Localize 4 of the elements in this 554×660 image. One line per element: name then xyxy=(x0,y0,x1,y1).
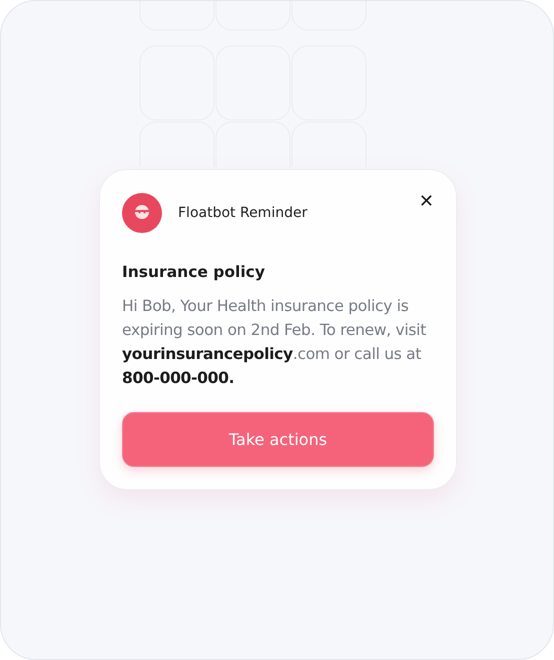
notification-title: Insurance policy xyxy=(122,262,266,283)
sender-name: Floatbot Reminder xyxy=(178,204,308,222)
robot-avatar-icon xyxy=(122,193,162,233)
notification-message: Hi Bob, Your Health insurance policy is expiring soon on 2nd Feb. To renew, visit yourinsurancepolicy.com or call us at 800-000-000. xyxy=(122,296,427,390)
